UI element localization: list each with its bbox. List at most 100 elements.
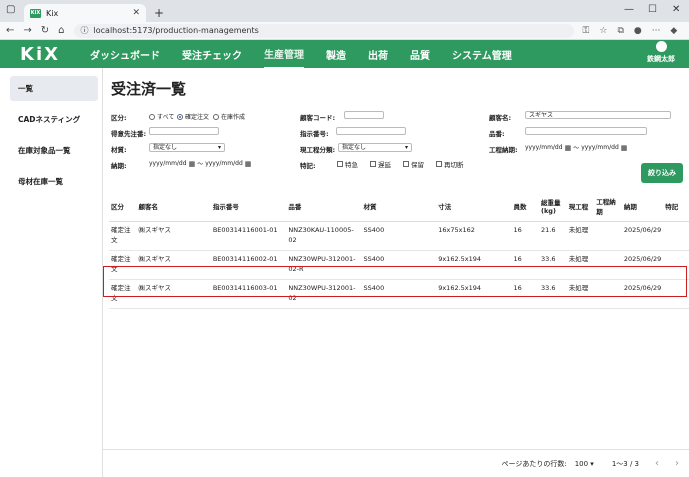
customer-code-input[interactable] <box>344 111 384 119</box>
genkotei-label: 現工程分類: <box>300 146 336 154</box>
nav-shipping[interactable]: 出荷 <box>368 41 388 68</box>
cell-weight: 21.6 <box>539 221 567 251</box>
back-icon[interactable]: ← <box>6 25 14 36</box>
filter-search-button[interactable]: 絞り込み <box>641 163 683 183</box>
window-menu-icon[interactable]: ▢ <box>6 4 15 15</box>
tokki-chien-checkbox[interactable]: 遅延 <box>370 159 391 169</box>
kubun-label: 区分: <box>111 114 127 122</box>
nouki-range[interactable]: yyyy/mm/dd ▦ 〜 yyyy/mm/dd ▦ <box>149 159 252 169</box>
table-header-row: 区分 顧客名 指示番号 品番 材質 寸法 員数 総重量(kg) 現工程 工程納期… <box>109 191 689 222</box>
sidebar-item-material-stock[interactable]: 母材在庫一覧 <box>10 169 98 194</box>
browser-tab[interactable]: KiX Kix ✕ <box>24 4 146 22</box>
koutei-nouki-range[interactable]: yyyy/mm/dd ▦ 〜 yyyy/mm/dd ▦ <box>525 143 627 153</box>
koutei-nouki-label: 工程納期: <box>489 146 518 154</box>
favorites-icon[interactable]: ☆ <box>599 26 607 36</box>
shiji-input[interactable] <box>336 127 406 135</box>
tokki-resetsudan-checkbox[interactable]: 再切断 <box>436 159 464 169</box>
customer-name-input[interactable]: スギヤス <box>525 111 671 119</box>
col-nouki[interactable]: 納期 <box>621 191 664 222</box>
tokui-input[interactable] <box>149 127 219 135</box>
app-logo[interactable]: KiX <box>20 44 90 65</box>
user-name: 鉄鋼太郎 <box>647 55 675 63</box>
forward-icon[interactable]: → <box>23 25 31 36</box>
nav-production-management[interactable]: 生産管理 <box>264 40 304 69</box>
home-icon[interactable]: ⌂ <box>58 25 64 36</box>
cell-kubun: 確定注文 <box>109 221 137 251</box>
prev-page-icon[interactable]: ‹ <box>655 458 659 469</box>
cell-weight: 33.6 <box>539 250 567 280</box>
cell-nouki: 2025/06/29 <box>621 279 664 309</box>
user-avatar-icon <box>655 41 667 52</box>
radio-all[interactable]: すべて <box>149 112 174 121</box>
rows-per-page-select[interactable]: 100 ▾ <box>575 460 594 468</box>
col-sunpo[interactable]: 寸法 <box>436 191 512 222</box>
next-page-icon[interactable]: › <box>675 458 679 469</box>
shiji-label: 指示番号: <box>300 130 329 138</box>
close-tab-icon[interactable]: ✕ <box>132 8 140 18</box>
url-field[interactable]: ⓘ localhost:5173/production-managements <box>73 23 574 38</box>
zaishitsu-select[interactable]: 指定なし ▾ <box>149 143 225 152</box>
nav-dashboard[interactable]: ダッシュボード <box>90 41 160 68</box>
genkotei-select[interactable]: 指定なし ▾ <box>338 143 412 152</box>
page-title: 受注済一覧 <box>111 80 187 98</box>
tokki-tokkyu-checkbox[interactable]: 特急 <box>337 159 358 169</box>
col-inzu[interactable]: 員数 <box>511 191 540 222</box>
col-kubun[interactable]: 区分 <box>109 191 137 222</box>
radio-stock[interactable]: 在庫作成 <box>213 112 245 121</box>
cell-kubun: 確定注文 <box>109 250 137 280</box>
reload-icon[interactable]: ↻ <box>41 25 49 36</box>
tab-title: Kix <box>46 8 59 18</box>
more-menu-icon[interactable]: ··· <box>652 26 661 36</box>
col-hinban[interactable]: 品番 <box>286 191 362 222</box>
cell-genkotei: 未処理 <box>566 250 595 280</box>
hinban-label: 品番: <box>489 130 505 138</box>
table-row[interactable]: 確定注文 ㈱スギヤス BE00314116003-01 NNZ30WPU-312… <box>109 279 689 309</box>
col-genkotei[interactable]: 現工程 <box>566 191 595 222</box>
cell-sunpo: 9x162.5x194 <box>436 279 512 309</box>
col-shiji[interactable]: 指示番号 <box>210 191 287 222</box>
cell-koutei-nouki <box>594 221 622 251</box>
sidebar: 一覧 CADネスティング 在庫対象品一覧 母材在庫一覧 <box>0 68 103 477</box>
cell-shiji: BE00314116001-01 <box>210 221 287 251</box>
col-koutei-nouki[interactable]: 工程納期 <box>594 191 622 222</box>
cell-tokki <box>663 279 689 309</box>
collections-icon[interactable]: ⧉ <box>617 26 623 36</box>
col-zaishitsu[interactable]: 材質 <box>361 191 437 222</box>
sidebar-item-stock-items[interactable]: 在庫対象品一覧 <box>10 138 98 163</box>
cell-hinban: NNZ30WPU-312001-02 <box>286 279 362 309</box>
cell-sunpo: 9x162.5x194 <box>436 250 512 280</box>
col-customer[interactable]: 顧客名 <box>136 191 211 222</box>
maximize-icon[interactable]: ☐ <box>648 4 657 15</box>
nav-quality[interactable]: 品質 <box>410 41 430 68</box>
cell-customer: ㈱スギヤス <box>136 250 211 280</box>
calendar-icon: ▦ <box>244 159 252 168</box>
sidebar-item-cad-nesting[interactable]: CADネスティング <box>10 107 98 132</box>
minimize-icon[interactable]: — <box>624 4 634 15</box>
nav-order-check[interactable]: 受注チェック <box>182 41 242 68</box>
nav-system-management[interactable]: システム管理 <box>452 41 512 68</box>
tokki-horyu-checkbox[interactable]: 保留 <box>403 159 424 169</box>
close-window-icon[interactable]: ✕ <box>672 4 680 15</box>
cell-zaishitsu: SS400 <box>361 250 437 280</box>
sidebar-item-list[interactable]: 一覧 <box>10 76 98 101</box>
user-menu[interactable]: 鉄鋼太郎 <box>647 41 675 64</box>
info-icon[interactable]: ⓘ <box>81 25 89 36</box>
copilot-icon[interactable]: ◆ <box>670 26 677 36</box>
orders-table: 区分 顧客名 指示番号 品番 材質 寸法 員数 総重量(kg) 現工程 工程納期… <box>109 191 689 309</box>
cell-shiji: BE00314116002-01 <box>210 250 287 280</box>
col-weight[interactable]: 総重量(kg) <box>539 191 567 222</box>
radio-confirmed[interactable]: 確定注文 <box>177 112 209 121</box>
col-tokki[interactable]: 特記 <box>663 191 689 222</box>
nav-manufacturing[interactable]: 製造 <box>326 41 346 68</box>
password-key-icon[interactable]: ⚿ <box>583 26 590 36</box>
cell-koutei-nouki <box>594 250 622 280</box>
tokki-label: 特記: <box>300 162 316 170</box>
new-tab-icon[interactable]: + <box>154 6 164 22</box>
calendar-icon: ▦ <box>564 143 572 152</box>
profile-icon[interactable]: ● <box>634 26 642 36</box>
hinban-input[interactable] <box>525 127 647 135</box>
cell-inzu: 16 <box>511 279 540 309</box>
cell-nouki: 2025/06/29 <box>621 250 664 280</box>
table-row[interactable]: 確定注文 ㈱スギヤス BE00314116001-01 NNZ30KAU-110… <box>109 221 689 251</box>
table-row[interactable]: 確定注文 ㈱スギヤス BE00314116002-01 NNZ30WPU-312… <box>109 250 689 280</box>
